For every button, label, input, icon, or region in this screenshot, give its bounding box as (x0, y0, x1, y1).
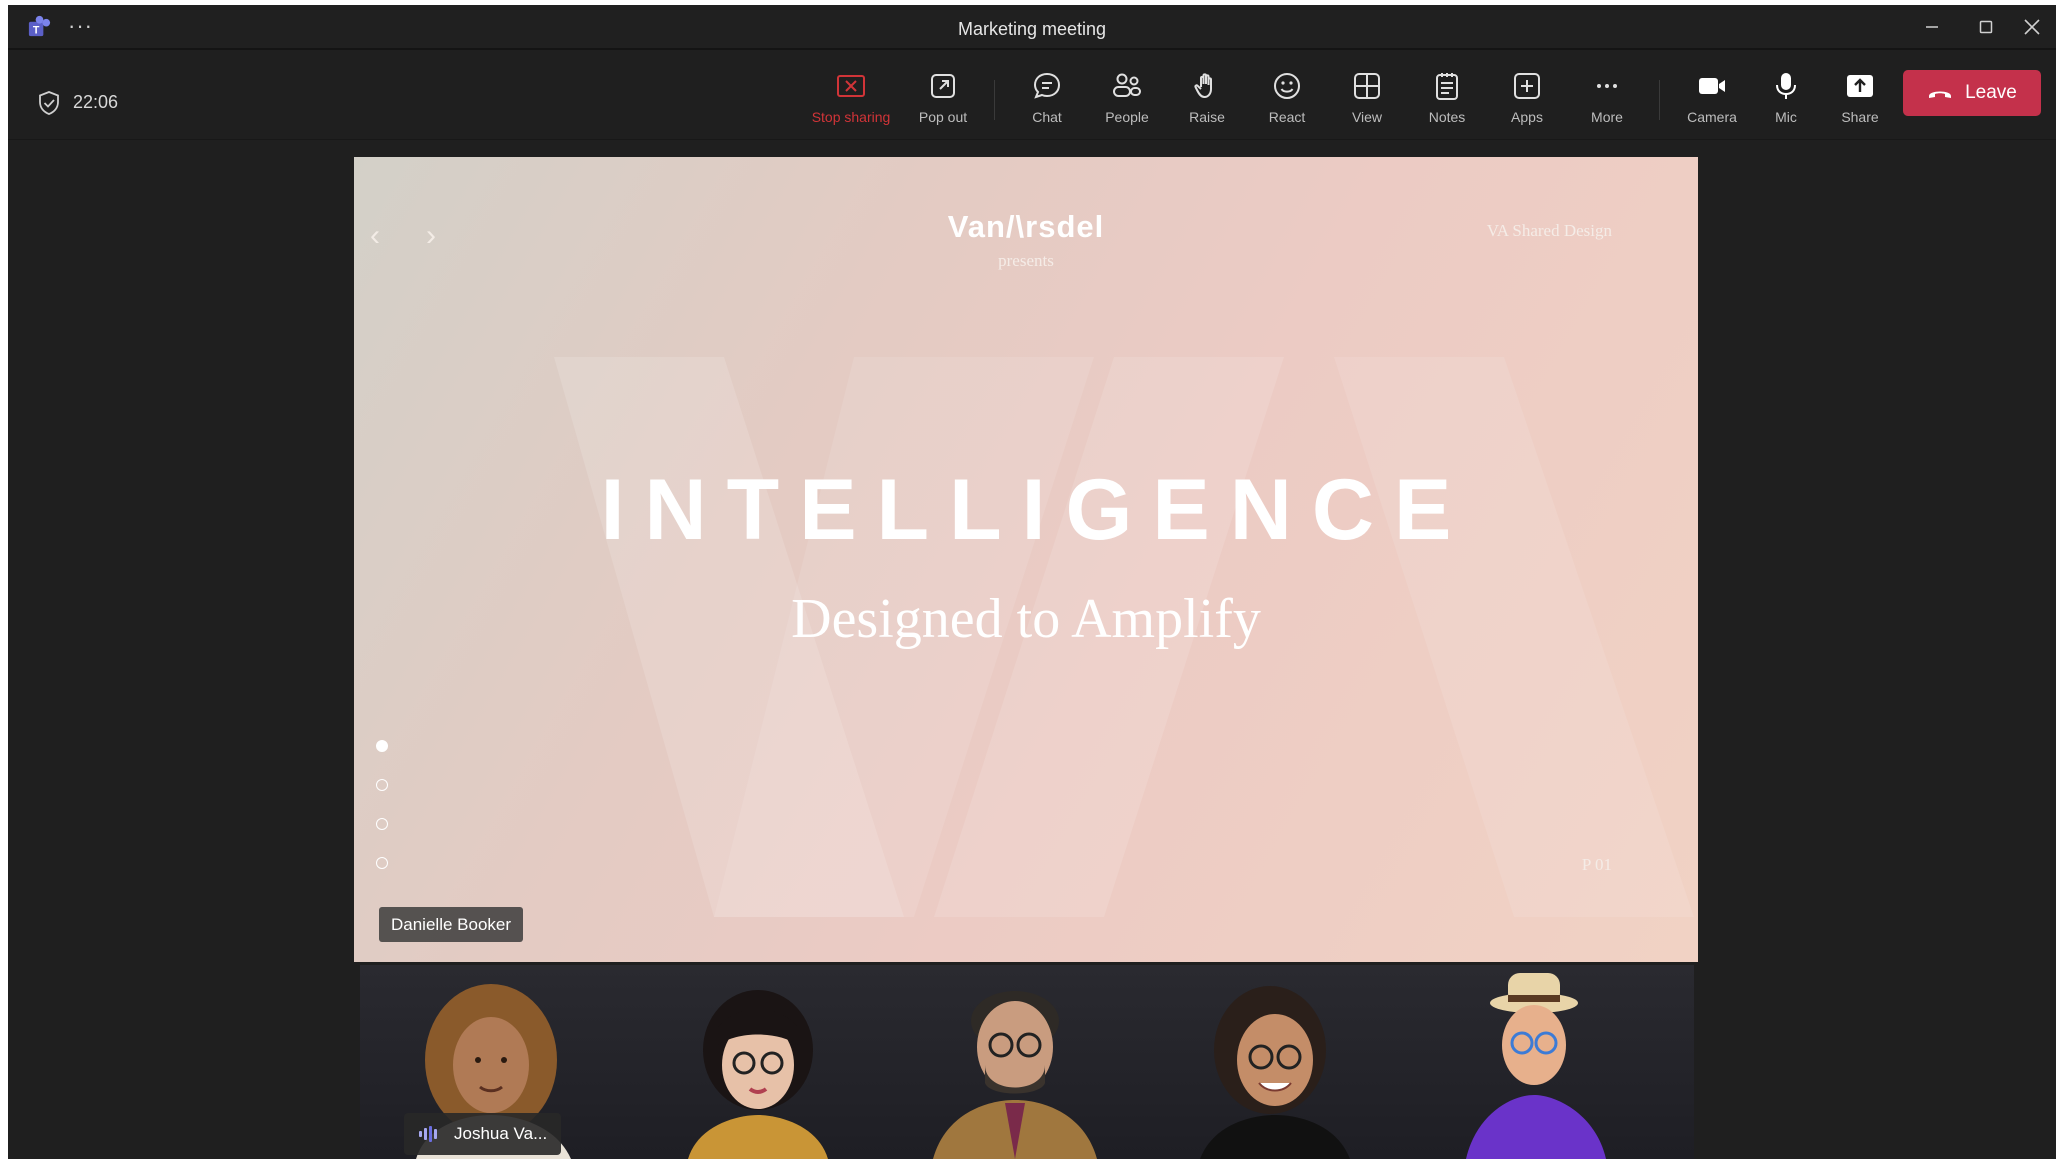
stop-sharing-button[interactable]: Stop sharing (811, 70, 891, 130)
presents-text: presents (998, 251, 1054, 270)
shield-check-icon (39, 91, 59, 115)
share-screen-icon (1847, 75, 1873, 97)
participant-avatar-3d (1466, 973, 1606, 1159)
raise-hand-button[interactable]: Raise (1167, 70, 1247, 130)
share-button[interactable]: Share (1820, 70, 1900, 130)
raise-hand-icon (1194, 73, 1212, 98)
people-label: People (1105, 109, 1149, 125)
maximize-icon (1979, 20, 1993, 34)
react-button[interactable]: React (1247, 70, 1327, 130)
notes-icon (1436, 73, 1458, 100)
notes-label: Notes (1428, 109, 1466, 125)
slide-page-number: P 01 (1581, 855, 1612, 874)
audio-indicator-icon (419, 1126, 437, 1142)
leave-button[interactable]: Leave (1903, 70, 2041, 116)
mic-button[interactable]: Mic (1746, 70, 1826, 130)
more-label: More (1591, 109, 1623, 125)
meeting-toolbar: 22:06 Stop sharing Pop out Chat People R… (8, 52, 2056, 140)
shared-screen[interactable]: ‹ › Van/\rsdel presents VA Shared Design… (354, 157, 1698, 962)
toolbar-divider (1659, 80, 1660, 120)
participant-avatar (933, 991, 1097, 1159)
title-bar: T ··· Marketing meeting (8, 5, 2056, 50)
view-button[interactable]: View (1327, 70, 1407, 130)
smiley-icon (1274, 73, 1300, 99)
teams-window: T ··· Marketing meeting 22:06 Stop shari… (8, 5, 2056, 1159)
apps-label: Apps (1511, 109, 1543, 125)
hang-up-icon (1929, 91, 1952, 98)
page-dot-1[interactable] (376, 740, 388, 752)
view-label: View (1351, 109, 1383, 125)
pop-out-label: Pop out (918, 109, 968, 125)
people-icon (1113, 73, 1141, 97)
slide-subtitle: Designed to Amplify (791, 588, 1261, 650)
participant-avatar (1200, 986, 1350, 1159)
mic-label: Mic (1775, 109, 1797, 125)
participant-name-tag: Joshua Va... (404, 1113, 562, 1155)
more-button[interactable]: More (1567, 70, 1647, 130)
react-label: React (1268, 109, 1306, 125)
page-dot-3[interactable] (376, 818, 388, 830)
leave-label: Leave (1965, 82, 2017, 103)
maximize-button[interactable] (1962, 11, 2010, 43)
participant-tile[interactable] (1436, 965, 1636, 1159)
corner-label: VA Shared Design (1486, 221, 1612, 240)
more-dots-icon (1597, 84, 1617, 88)
raise-label: Raise (1189, 109, 1225, 125)
notes-button[interactable]: Notes (1407, 70, 1487, 130)
apps-button[interactable]: Apps (1487, 70, 1567, 130)
participant-tile[interactable] (1175, 965, 1375, 1159)
add-app-icon (1514, 73, 1540, 99)
stop-sharing-label: Stop sharing (811, 109, 891, 125)
window-title: Marketing meeting (957, 19, 1107, 39)
page-dot-2[interactable] (376, 779, 388, 791)
participant-tile[interactable] (915, 965, 1115, 1159)
microphone-icon (1776, 73, 1796, 99)
camera-label: Camera (1687, 109, 1737, 125)
pop-out-icon (931, 74, 955, 98)
chat-label: Chat (1032, 109, 1062, 125)
minimize-icon (1926, 26, 1938, 28)
presenter-name-tag: Danielle Booker (379, 907, 524, 942)
minimize-button[interactable] (1908, 11, 1956, 43)
camera-button[interactable]: Camera (1672, 70, 1752, 130)
chat-button[interactable]: Chat (1007, 70, 1087, 130)
participant-avatar (688, 990, 828, 1159)
people-button[interactable]: People (1087, 70, 1167, 130)
toolbar-divider (994, 80, 995, 120)
camera-icon (1699, 78, 1725, 94)
page-dot-4[interactable] (376, 857, 388, 869)
close-icon (2024, 19, 2040, 35)
stop-sharing-icon (837, 75, 865, 97)
meeting-timer: 22:06 (73, 92, 119, 112)
share-label: Share (1841, 109, 1879, 125)
close-button[interactable] (2008, 11, 2056, 43)
participant-tile[interactable] (658, 965, 858, 1159)
grid-view-icon (1354, 73, 1380, 99)
pop-out-button[interactable]: Pop out (903, 70, 983, 130)
slide-headline: INTELLIGENCE (600, 462, 1472, 558)
participant-gallery: Joshua Va... (360, 965, 1694, 1159)
chat-icon (1033, 72, 1061, 99)
participant-name: Joshua Va... (454, 1124, 548, 1143)
